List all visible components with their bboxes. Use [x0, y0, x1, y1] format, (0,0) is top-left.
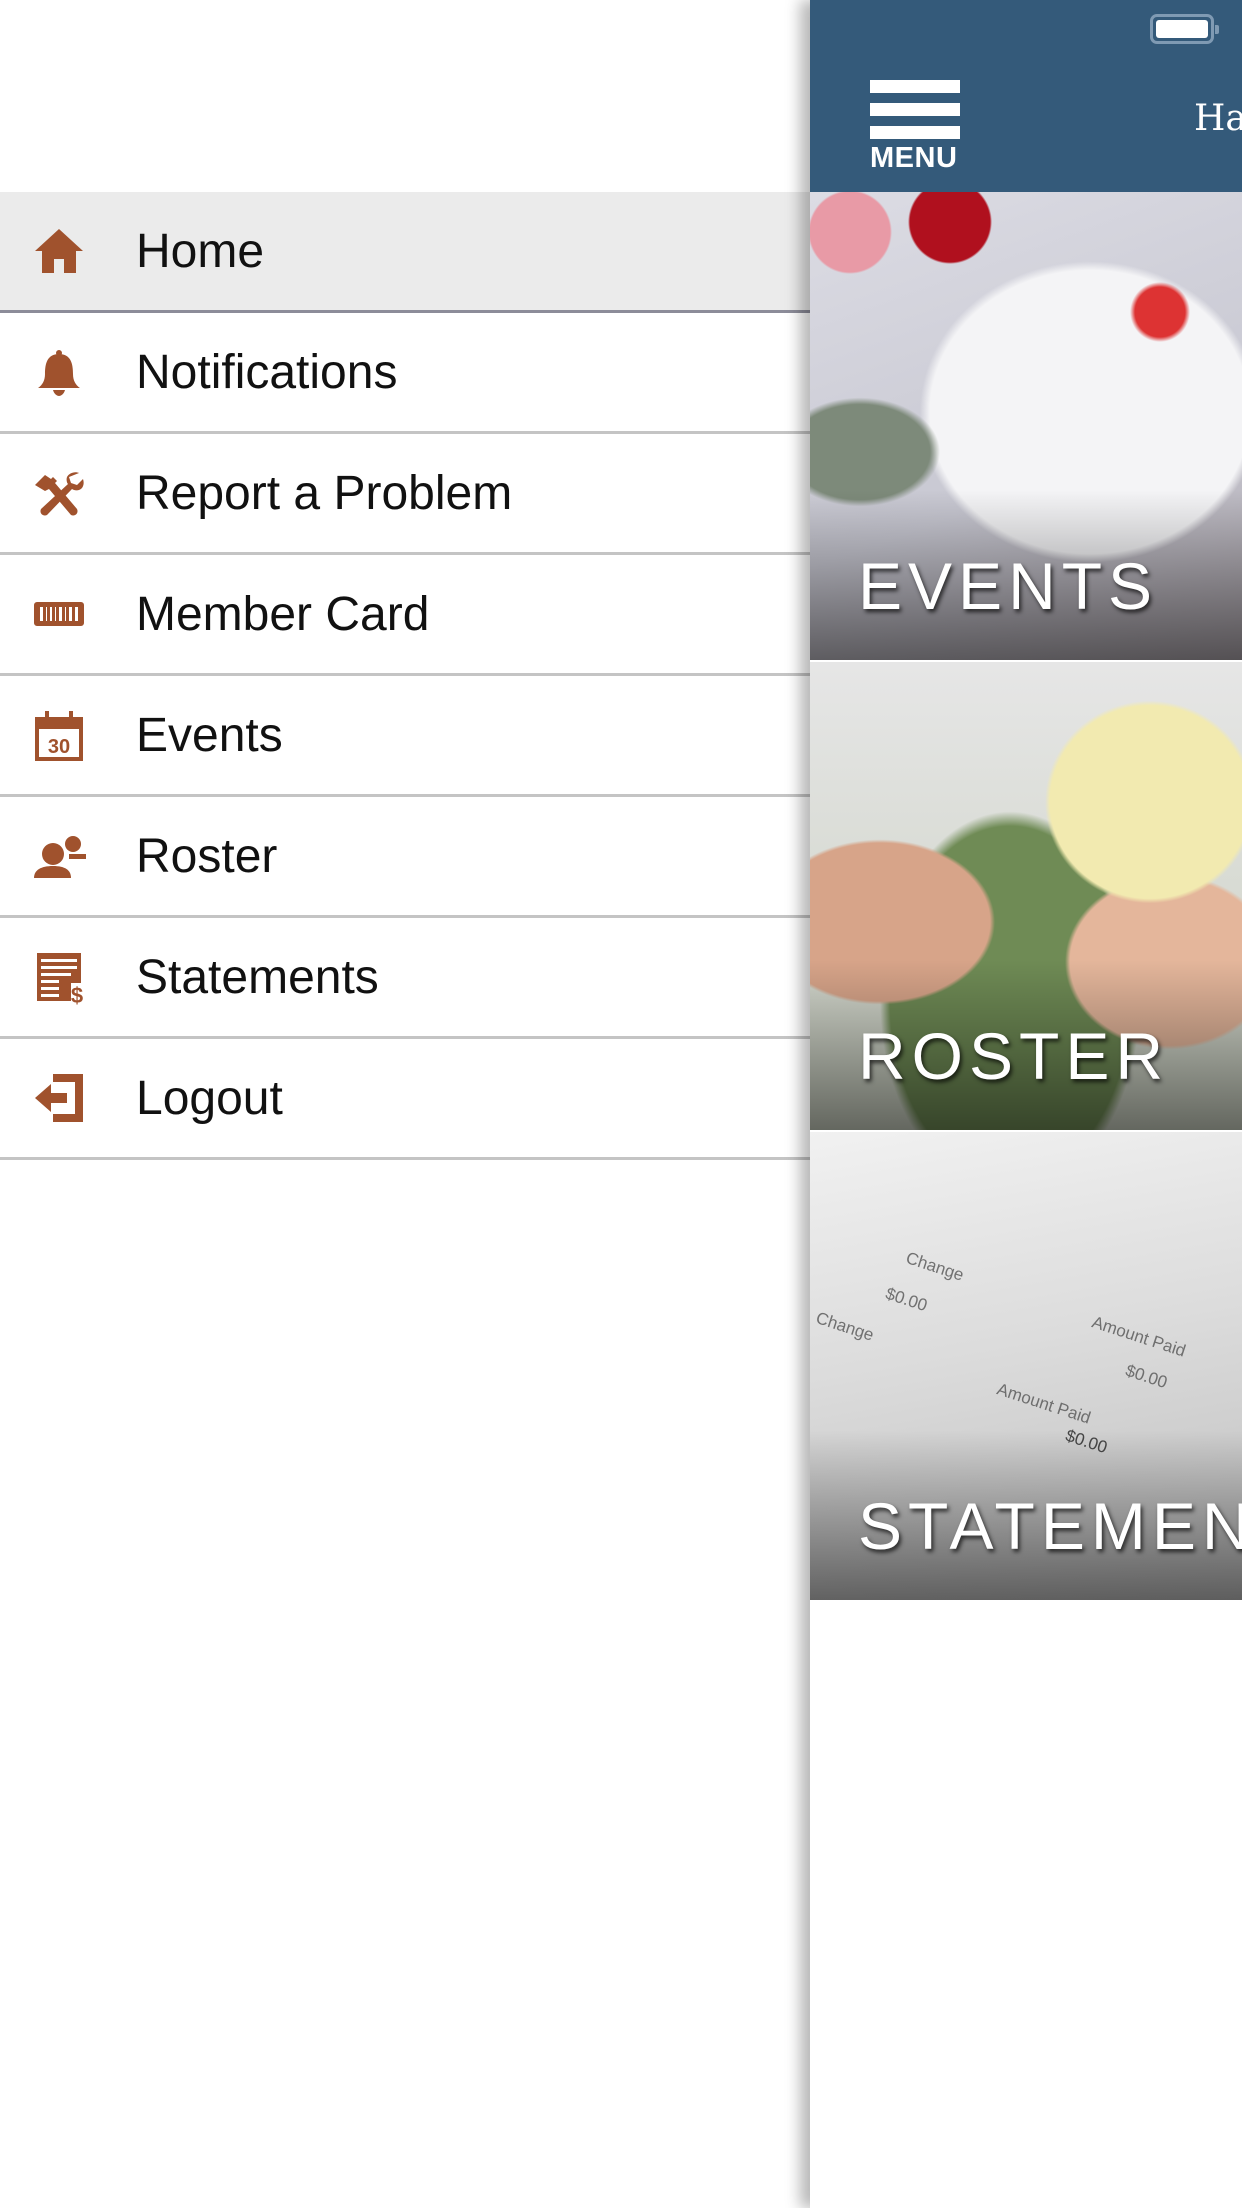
- drawer-item-events[interactable]: 30 Events: [0, 676, 810, 797]
- calendar-icon: 30: [29, 705, 89, 765]
- home-icon: [29, 221, 89, 281]
- background-text: Change: [813, 1308, 877, 1345]
- tile-label: STATEMEN: [858, 1489, 1242, 1563]
- menu-label: MENU: [870, 142, 958, 174]
- hamburger-icon: [870, 80, 960, 93]
- calendar-day: 30: [48, 736, 70, 758]
- navigation-drawer: Home Notifications Report a Problem Memb…: [0, 0, 810, 2208]
- drawer-item-label: Statements: [136, 950, 379, 1004]
- hamburger-bar: [870, 126, 960, 139]
- drawer-item-label: Roster: [136, 829, 278, 883]
- svg-text:$: $: [71, 983, 83, 1005]
- roster-tile[interactable]: ROSTER: [810, 662, 1242, 1130]
- barcode-icon: [29, 584, 89, 644]
- background-text: Change: [903, 1248, 967, 1285]
- drawer-item-member-card[interactable]: Member Card: [0, 555, 810, 676]
- app-header: MENU Ha: [810, 0, 1242, 192]
- main-content-panel: MENU Ha EVENTS ROSTER Change $0.00 Amoun…: [810, 0, 1242, 2208]
- statement-icon: $: [29, 947, 89, 1007]
- logout-icon: [29, 1068, 89, 1128]
- drawer-item-notifications[interactable]: Notifications: [0, 313, 810, 434]
- drawer-item-label: Home: [136, 224, 265, 278]
- battery-icon: [1150, 14, 1219, 44]
- background-text: $0.00: [883, 1283, 930, 1316]
- background-text: Amount Paid: [1089, 1312, 1189, 1361]
- background-text: Amount Paid: [994, 1379, 1094, 1428]
- events-tile[interactable]: EVENTS: [810, 192, 1242, 660]
- drawer-item-report-a-problem[interactable]: Report a Problem: [0, 434, 810, 555]
- bell-icon: [29, 342, 89, 402]
- tile-label: EVENTS: [858, 549, 1159, 623]
- drawer-item-label: Member Card: [136, 587, 430, 641]
- background-text: $0.00: [1123, 1360, 1170, 1393]
- drawer-item-logout[interactable]: Logout: [0, 1039, 810, 1160]
- drawer-item-label: Notifications: [136, 345, 398, 399]
- menu-button[interactable]: MENU: [870, 80, 962, 175]
- header-title: Ha: [1194, 98, 1242, 139]
- drawer-item-statements[interactable]: $ Statements: [0, 918, 810, 1039]
- drawer-menu-list: Home Notifications Report a Problem Memb…: [0, 192, 810, 1160]
- drawer-item-label: Events: [136, 708, 283, 762]
- drawer-item-label: Report a Problem: [136, 466, 513, 520]
- statements-tile[interactable]: Change $0.00 Amount Paid Change $0.00 Am…: [810, 1132, 1242, 1600]
- drawer-item-home[interactable]: Home: [0, 192, 810, 313]
- hamburger-bar: [870, 103, 960, 116]
- tile-label: ROSTER: [858, 1019, 1170, 1093]
- drawer-item-roster[interactable]: Roster: [0, 797, 810, 918]
- drawer-item-label: Logout: [136, 1071, 283, 1125]
- people-icon: [29, 826, 89, 886]
- tools-icon: [29, 463, 89, 523]
